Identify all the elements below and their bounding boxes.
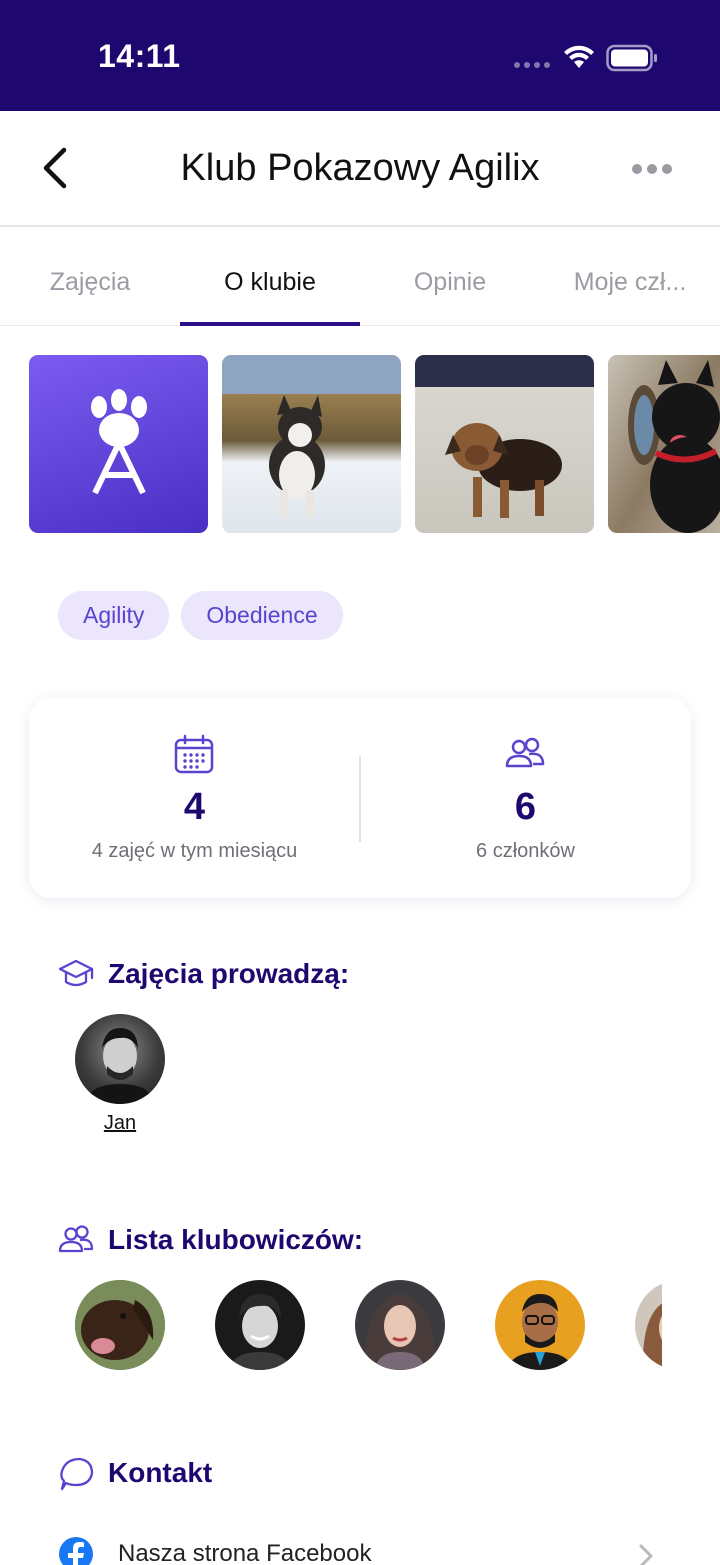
- facebook-link-label: Nasza strona Facebook: [118, 1540, 372, 1565]
- paw-logo-icon: [91, 389, 147, 495]
- contact-title: Kontakt: [108, 1457, 213, 1488]
- tag-obedience[interactable]: Obedience: [181, 591, 343, 640]
- member-photo-image: [507, 1294, 573, 1370]
- facebook-link-row[interactable]: Nasza strona Facebook: [58, 1532, 678, 1565]
- tag-agility[interactable]: Agility: [58, 591, 170, 640]
- tab-bar: Zajęcia O klubie Opinie Moje czł...: [0, 228, 720, 326]
- wifi-icon: [564, 45, 594, 68]
- member-avatar[interactable]: [635, 1280, 662, 1370]
- members-section-header: Lista klubowiczów:: [58, 1222, 363, 1258]
- member-avatar[interactable]: [355, 1280, 445, 1370]
- back-icon[interactable]: [34, 143, 78, 193]
- instructor-avatar[interactable]: [75, 1014, 165, 1104]
- members-label: 6 członków: [476, 840, 575, 862]
- member-avatar[interactable]: [495, 1280, 585, 1370]
- page-title: Klub Pokazowy Agilix: [180, 147, 540, 189]
- people-icon: [505, 737, 545, 768]
- discipline-tags: Agility Obedience: [58, 591, 343, 640]
- member-photo-image: [364, 1294, 436, 1370]
- stat-members: 6 6 członków: [360, 698, 691, 898]
- stat-classes: 4 4 zajęć w tym miesiącu: [29, 698, 360, 898]
- gallery-photo-black-dog[interactable]: [608, 355, 720, 533]
- member-photo-image: [642, 1303, 662, 1370]
- husky-photo-image: [269, 395, 325, 518]
- member-avatar[interactable]: [75, 1280, 165, 1370]
- instructors-title: Zajęcia prowadzą:: [108, 958, 350, 989]
- classes-label: 4 zajęć w tym miesiącu: [91, 840, 298, 862]
- contact-section-header: Kontakt: [58, 1455, 212, 1491]
- stats-card: 4 4 zajęć w tym miesiącu 6 6 członków: [29, 698, 691, 898]
- status-bar: 14:11: [0, 0, 720, 111]
- instructor-name-link[interactable]: Jan: [75, 1112, 165, 1135]
- tab-my-memberships[interactable]: Moje czł...: [540, 268, 720, 297]
- member-photo-image: [229, 1294, 291, 1370]
- battery-icon: [606, 44, 657, 72]
- photo-gallery[interactable]: [29, 355, 720, 533]
- club-logo[interactable]: [29, 355, 208, 533]
- cellular-signal-icon: [514, 62, 550, 68]
- chevron-right-icon: [639, 1544, 653, 1565]
- tab-classes[interactable]: Zajęcia: [0, 268, 180, 297]
- tab-about-club[interactable]: O klubie: [180, 268, 360, 297]
- members-count: 6: [514, 786, 537, 828]
- instructor-photo-image: [85, 1028, 155, 1104]
- people-icon: [58, 1225, 94, 1253]
- members-avatar-list[interactable]: [75, 1279, 662, 1371]
- more-icon[interactable]: [632, 159, 682, 179]
- tab-reviews[interactable]: Opinie: [360, 268, 540, 297]
- gallery-photo-husky[interactable]: [222, 355, 401, 533]
- black-dog-photo-image: [628, 360, 720, 533]
- members-title: Lista klubowiczów:: [108, 1224, 364, 1255]
- facebook-icon: [59, 1537, 93, 1565]
- instructors-section-header: Zajęcia prowadzą:: [58, 956, 349, 992]
- navigation-bar: Klub Pokazowy Agilix: [0, 111, 720, 227]
- status-time: 14:11: [98, 38, 181, 74]
- classes-count: 4: [183, 786, 206, 828]
- active-tab-indicator: [180, 322, 360, 326]
- member-avatar[interactable]: [215, 1280, 305, 1370]
- calendar-icon: [174, 734, 214, 774]
- graduation-cap-icon: [58, 959, 94, 987]
- member-dog-photo-image: [75, 1280, 165, 1370]
- chat-icon: [60, 1457, 94, 1491]
- puppy-photo-image: [445, 423, 562, 518]
- gallery-photo-puppy[interactable]: [415, 355, 594, 533]
